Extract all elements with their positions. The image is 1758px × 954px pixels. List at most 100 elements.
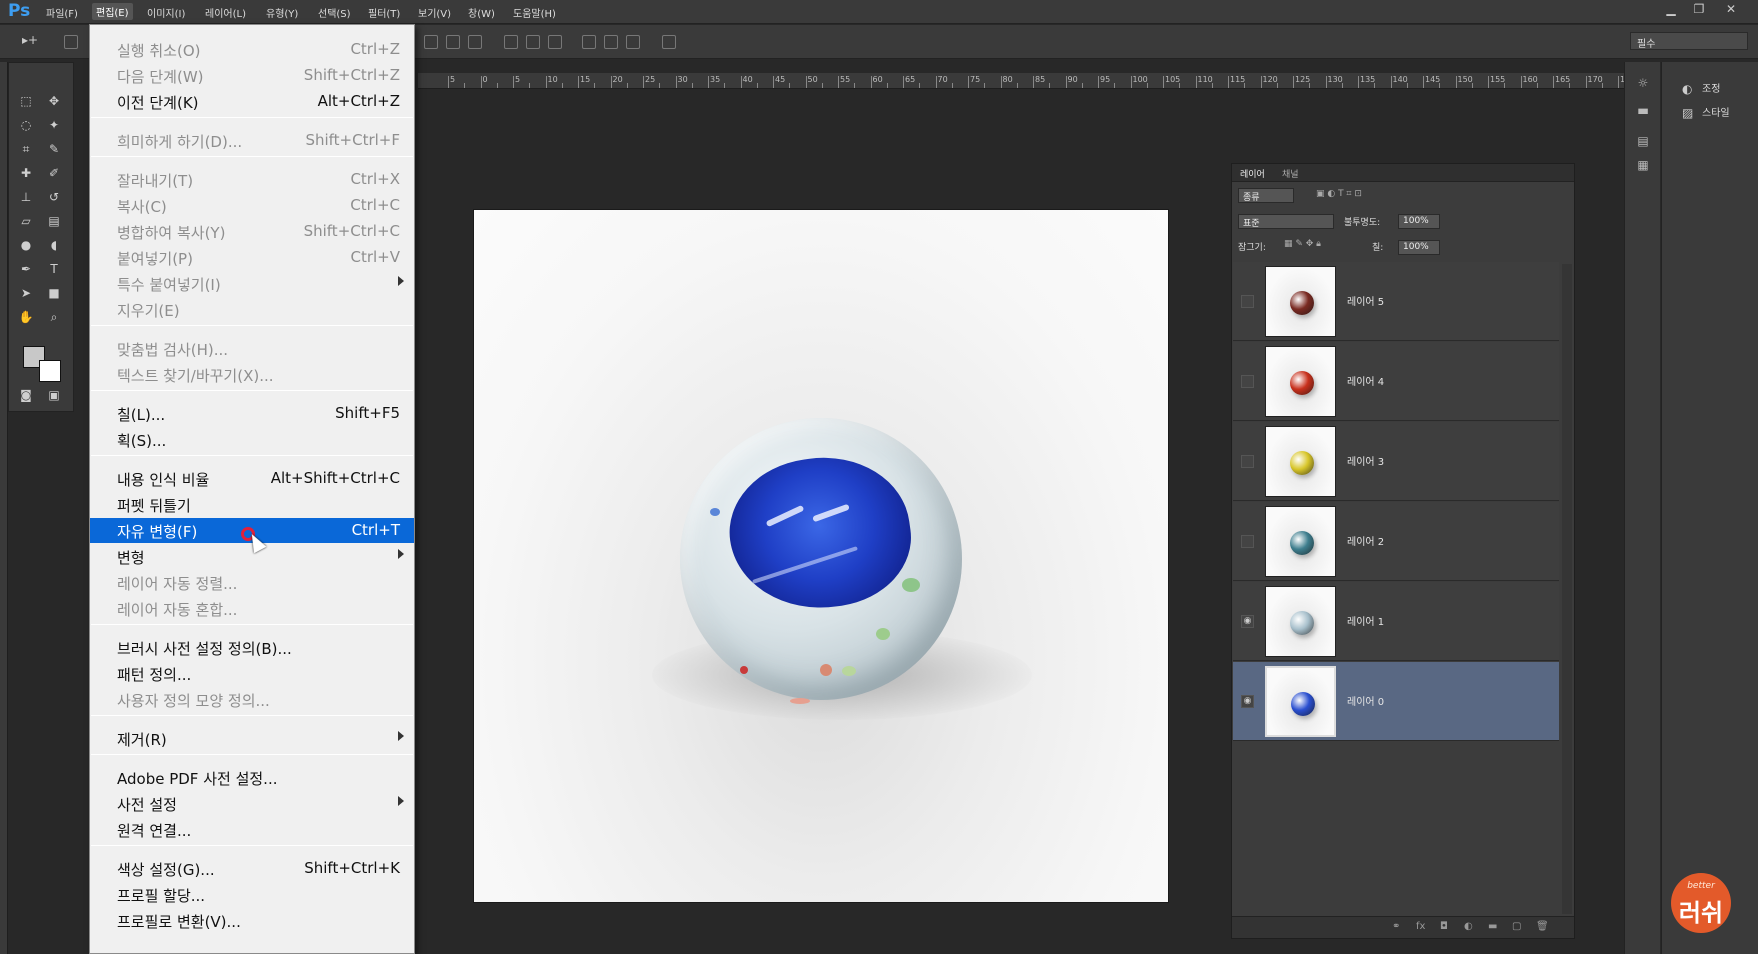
lasso-tool-icon[interactable]: ◌ xyxy=(15,115,37,135)
link-icon[interactable]: ⚭ xyxy=(1392,921,1400,932)
edit-menu-item[interactable]: 프로필로 변환(V)... xyxy=(90,908,414,933)
layer-filter-select[interactable]: 종류 xyxy=(1238,188,1294,203)
workspace-select[interactable]: 필수 xyxy=(1630,32,1748,50)
layer-row[interactable]: 레이어 3 xyxy=(1233,422,1559,501)
path-select-icon[interactable]: ➤ xyxy=(15,283,37,303)
filter-icons[interactable]: ▣ ◐ T ⌗ ⊡ xyxy=(1316,189,1362,199)
edit-menu-item[interactable]: 색상 설정(G)... Shift+Ctrl+K xyxy=(90,856,414,881)
folder-icon[interactable]: ▬ xyxy=(1488,921,1497,932)
align-bottom-icon[interactable] xyxy=(468,35,482,49)
visibility-eye-icon[interactable] xyxy=(1241,295,1254,308)
gradient-tool-icon[interactable]: ▤ xyxy=(43,211,65,231)
edit-menu-item[interactable]: 칠(L)... Shift+F5 xyxy=(90,401,414,426)
blur-tool-icon[interactable]: ● xyxy=(15,235,37,255)
layer-row[interactable]: ◉ 레이어 0 xyxy=(1233,662,1559,741)
dodge-tool-icon[interactable]: ◖ xyxy=(43,235,65,255)
move-tool-icon[interactable]: ✥ xyxy=(43,91,65,111)
settings-icon[interactable]: ☼ xyxy=(1635,76,1651,92)
edit-menu-item[interactable]: 원격 연결... xyxy=(90,817,414,842)
auto-align-icon[interactable] xyxy=(662,35,676,49)
move-tool-icon[interactable]: ▸+ xyxy=(22,33,38,47)
distribute-left-icon[interactable] xyxy=(582,35,596,49)
new-layer-icon[interactable]: ▢ xyxy=(1512,921,1521,932)
eraser-tool-icon[interactable]: ▱ xyxy=(15,211,37,231)
tab-layers[interactable]: 레이어 xyxy=(1240,167,1265,180)
lock-icons[interactable]: ▦ ✎ ✥ 🔒︎ xyxy=(1284,239,1321,249)
marquee-tool-icon[interactable]: ⬚ xyxy=(15,91,37,111)
distribute-middle-icon[interactable] xyxy=(526,35,540,49)
menu-layer[interactable]: 레이어(L) xyxy=(205,5,246,20)
crop-tool-icon[interactable]: ⌗ xyxy=(15,139,37,159)
edit-menu-item[interactable]: 프로필 할당... xyxy=(90,882,414,907)
hand-tool-icon[interactable]: ✋ xyxy=(15,307,37,327)
history-brush-icon[interactable]: ↺ xyxy=(43,187,65,207)
menu-select[interactable]: 선택(S) xyxy=(318,5,351,20)
edit-menu-item[interactable]: 브러시 사전 설정 정의(B)... xyxy=(90,635,414,660)
magic-wand-icon[interactable]: ✦ xyxy=(43,115,65,135)
zoom-tool-icon[interactable]: ⌕ xyxy=(43,307,65,327)
layer-name: 레이어 0 xyxy=(1347,697,1385,708)
visibility-eye-icon[interactable] xyxy=(1241,455,1254,468)
properties-icon[interactable]: ▤ xyxy=(1635,134,1651,150)
type-tool-icon[interactable]: T xyxy=(43,259,65,279)
auto-select-checkbox[interactable] xyxy=(64,35,78,49)
close-icon[interactable]: ✕ xyxy=(1720,2,1742,20)
document-canvas[interactable] xyxy=(474,210,1168,902)
adjustments-button[interactable]: ◐ 조정 xyxy=(1682,80,1720,96)
tab-channels[interactable]: 채널 xyxy=(1282,167,1299,180)
fill-input[interactable]: 100% xyxy=(1398,240,1440,255)
align-top-icon[interactable] xyxy=(424,35,438,49)
edit-menu-item[interactable]: 내용 인식 비율 Alt+Shift+Ctrl+C xyxy=(90,466,414,491)
clone-stamp-icon[interactable]: ⊥ xyxy=(15,187,37,207)
fx-icon[interactable]: fx xyxy=(1416,921,1425,932)
distribute-bottom-icon[interactable] xyxy=(548,35,562,49)
blend-mode-select[interactable]: 표준 xyxy=(1238,214,1334,229)
histogram-icon[interactable]: ▃ xyxy=(1635,100,1651,116)
healing-brush-icon[interactable]: ✚ xyxy=(15,163,37,183)
shape-tool-icon[interactable]: ■ xyxy=(43,283,65,303)
menu-file[interactable]: 파일(F) xyxy=(46,5,78,20)
brush-tool-icon[interactable]: ✐ xyxy=(43,163,65,183)
minimize-icon[interactable]: ▁ xyxy=(1660,2,1682,20)
menu-item-shortcut: Alt+Ctrl+Z xyxy=(317,92,400,110)
layer-row[interactable]: 레이어 4 xyxy=(1233,342,1559,421)
notes-icon[interactable]: ▦ xyxy=(1635,158,1651,174)
edit-menu-item[interactable]: 제거(R) xyxy=(90,726,414,751)
menu-type[interactable]: 유형(Y) xyxy=(266,5,298,20)
screen-mode-icon[interactable]: ▣ xyxy=(43,385,65,405)
distribute-center-icon[interactable] xyxy=(604,35,618,49)
adjustment-icon[interactable]: ◐ xyxy=(1464,921,1473,932)
edit-menu-item[interactable]: Adobe PDF 사전 설정... xyxy=(90,765,414,790)
menu-window[interactable]: 창(W) xyxy=(468,5,495,20)
visibility-eye-icon[interactable] xyxy=(1241,535,1254,548)
layer-row[interactable]: ◉ 레이어 1 xyxy=(1233,582,1559,661)
menu-edit[interactable]: 편집(E) xyxy=(92,3,133,20)
align-middle-icon[interactable] xyxy=(446,35,460,49)
pen-tool-icon[interactable]: ✒ xyxy=(15,259,37,279)
quick-mask-icon[interactable]: ◙ xyxy=(15,385,37,405)
restore-icon[interactable]: ❐ xyxy=(1688,2,1710,20)
mask-icon[interactable]: ◘ xyxy=(1440,921,1448,932)
visibility-eye-icon[interactable]: ◉ xyxy=(1241,695,1254,708)
menu-image[interactable]: 이미지(I) xyxy=(147,5,185,20)
layer-row[interactable]: 레이어 5 xyxy=(1233,262,1559,341)
layer-row[interactable]: 레이어 2 xyxy=(1233,502,1559,581)
menu-help[interactable]: 도움말(H) xyxy=(513,5,556,20)
eyedropper-icon[interactable]: ✎ xyxy=(43,139,65,159)
visibility-eye-icon[interactable]: ◉ xyxy=(1241,615,1254,628)
distribute-top-icon[interactable] xyxy=(504,35,518,49)
trash-icon[interactable]: 🗑︎ xyxy=(1536,921,1549,932)
edit-menu-item[interactable]: 퍼펫 뒤틀기 xyxy=(90,492,414,517)
edit-menu-item[interactable]: 획(S)... xyxy=(90,427,414,452)
menu-view[interactable]: 보기(V) xyxy=(418,5,451,20)
layers-scrollbar[interactable] xyxy=(1562,264,1572,914)
distribute-right-icon[interactable] xyxy=(626,35,640,49)
edit-menu-item[interactable]: 사전 설정 xyxy=(90,791,414,816)
menu-filter[interactable]: 필터(T) xyxy=(368,5,400,20)
visibility-eye-icon[interactable] xyxy=(1241,375,1254,388)
edit-menu-item[interactable]: 이전 단계(K) Alt+Ctrl+Z xyxy=(90,89,414,114)
styles-button[interactable]: ▨ 스타일 xyxy=(1682,104,1730,120)
opacity-input[interactable]: 100% xyxy=(1398,214,1440,229)
edit-menu-item[interactable]: 패턴 정의... xyxy=(90,661,414,686)
background-color-swatch[interactable] xyxy=(39,360,61,382)
